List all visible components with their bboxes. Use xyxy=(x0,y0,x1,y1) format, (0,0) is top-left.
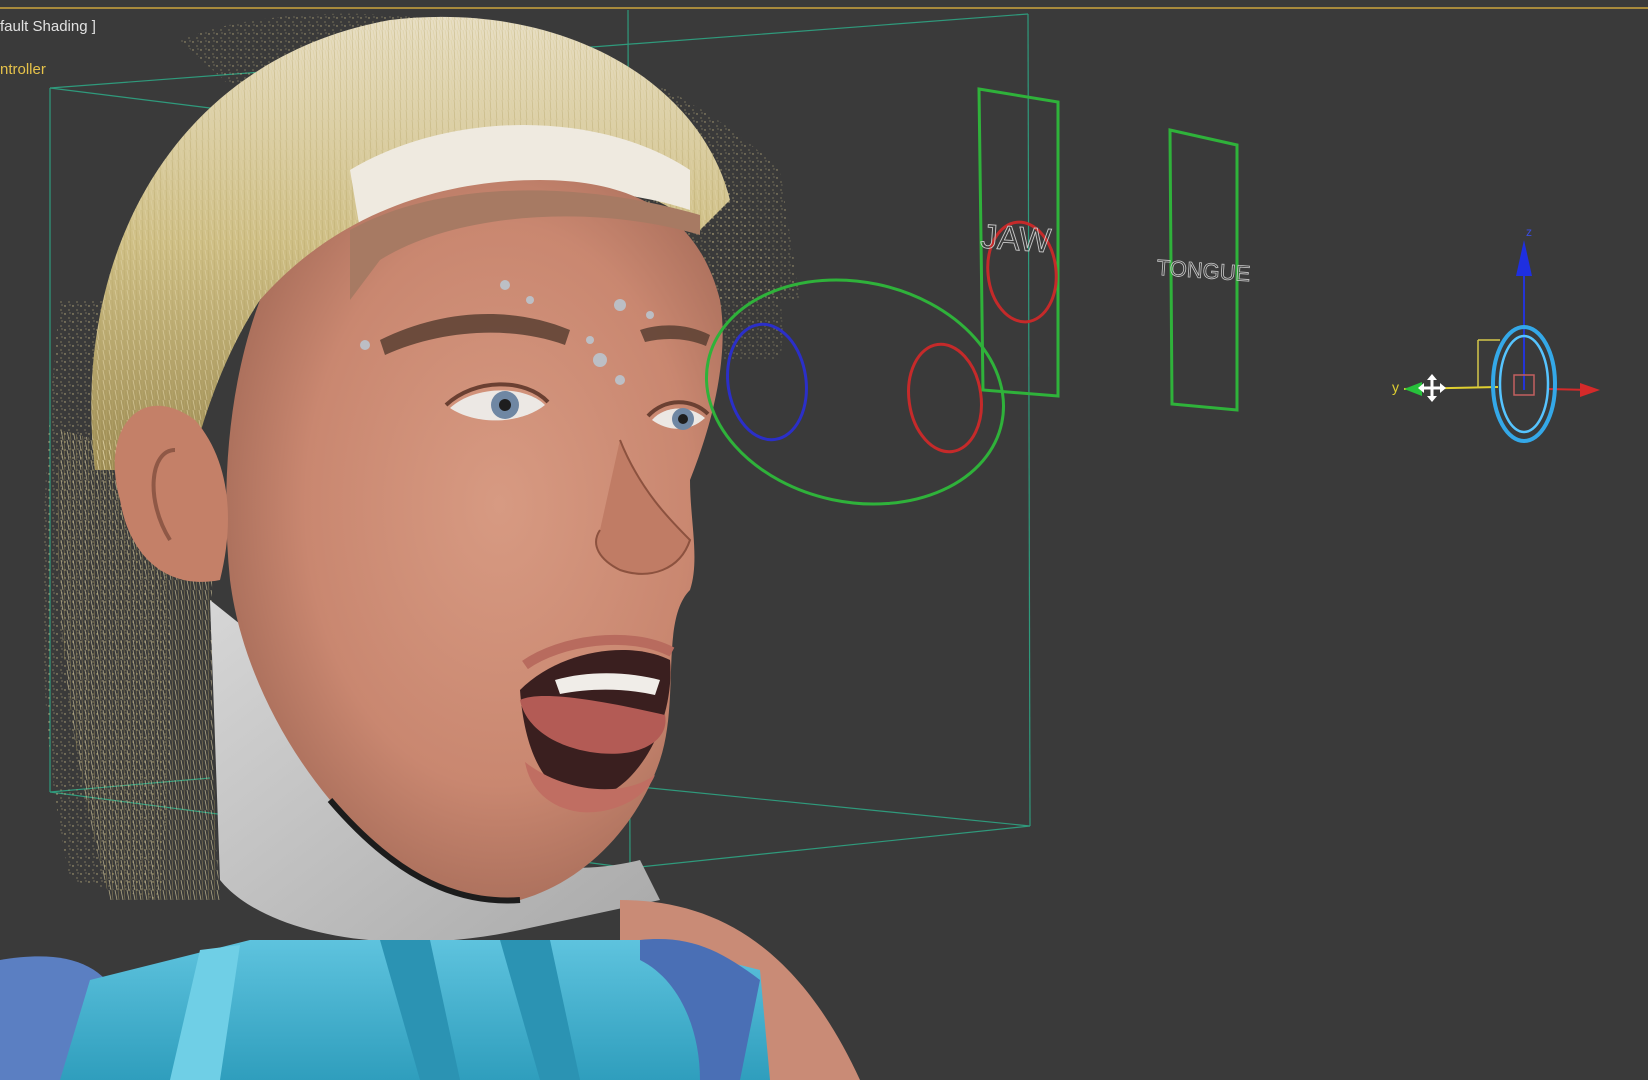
move-cursor-icon xyxy=(1418,374,1446,402)
transform-gizmo[interactable]: z y xyxy=(1392,225,1600,443)
x-axis-arrow-icon xyxy=(1580,383,1600,397)
z-axis-arrow-icon xyxy=(1516,240,1532,276)
shirt-mesh xyxy=(0,939,770,1080)
scene-canvas[interactable]: JAW TONGUE z y xyxy=(0,0,1648,1080)
right-eye-target xyxy=(907,342,983,454)
z-axis-label: z xyxy=(1526,225,1532,239)
jaw-control[interactable]: JAW xyxy=(977,87,1061,398)
tongue-control[interactable]: TONGUE xyxy=(1156,128,1252,412)
y-axis-label: y xyxy=(1392,379,1399,395)
jaw-label: JAW xyxy=(979,218,1052,261)
perspective-viewport[interactable]: fault Shading ] ntroller JAW TONGUE z y xyxy=(0,0,1648,1080)
